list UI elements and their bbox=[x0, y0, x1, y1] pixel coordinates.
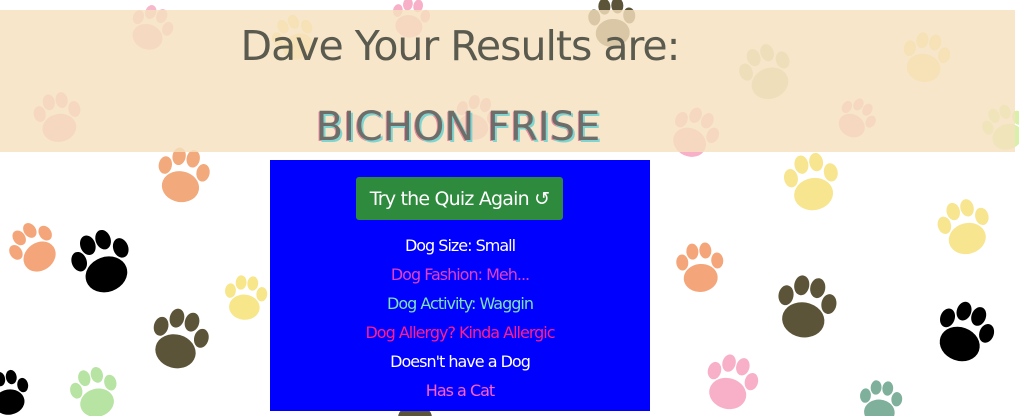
paw-print-icon bbox=[780, 149, 844, 215]
answer-summary-list: Dog Size: Small Dog Fashion: Meh... Dog … bbox=[270, 235, 650, 409]
breed-result-title: BICHON FRISE bbox=[315, 104, 601, 150]
paw-print-icon bbox=[928, 295, 1002, 370]
results-header: Dave Your Results are: BICHON FRISE bbox=[0, 10, 1015, 152]
paw-print-icon bbox=[932, 194, 997, 260]
paw-print-icon bbox=[674, 241, 726, 294]
paw-print-icon bbox=[222, 273, 269, 322]
try-quiz-again-button[interactable]: Try the Quiz Again ↺ bbox=[356, 177, 563, 220]
answer-dog-size: Dog Size: Small bbox=[404, 236, 516, 255]
paw-print-icon bbox=[771, 271, 841, 343]
answer-dog-ownership: Doesn't have a Dog bbox=[390, 352, 531, 371]
answer-dog-activity: Dog Activity: Waggin bbox=[387, 294, 534, 313]
quiz-answers-panel: Try the Quiz Again ↺ Dog Size: Small Dog… bbox=[270, 160, 650, 411]
results-heading: Dave Your Results are: bbox=[240, 22, 681, 70]
answer-cat-ownership: Has a Cat bbox=[425, 381, 495, 400]
paw-print-icon bbox=[857, 378, 904, 416]
answer-dog-allergy: Dog Allergy? Kinda Allergic bbox=[365, 323, 555, 342]
paw-print-icon bbox=[152, 144, 214, 207]
paw-print-icon bbox=[0, 367, 33, 416]
paw-print-icon bbox=[65, 362, 124, 416]
paw-print-icon bbox=[144, 303, 215, 375]
paw-print-icon bbox=[0, 214, 68, 282]
answer-dog-fashion: Dog Fashion: Meh... bbox=[390, 265, 530, 284]
paw-print-icon bbox=[64, 223, 141, 301]
paw-print-icon bbox=[699, 349, 764, 416]
